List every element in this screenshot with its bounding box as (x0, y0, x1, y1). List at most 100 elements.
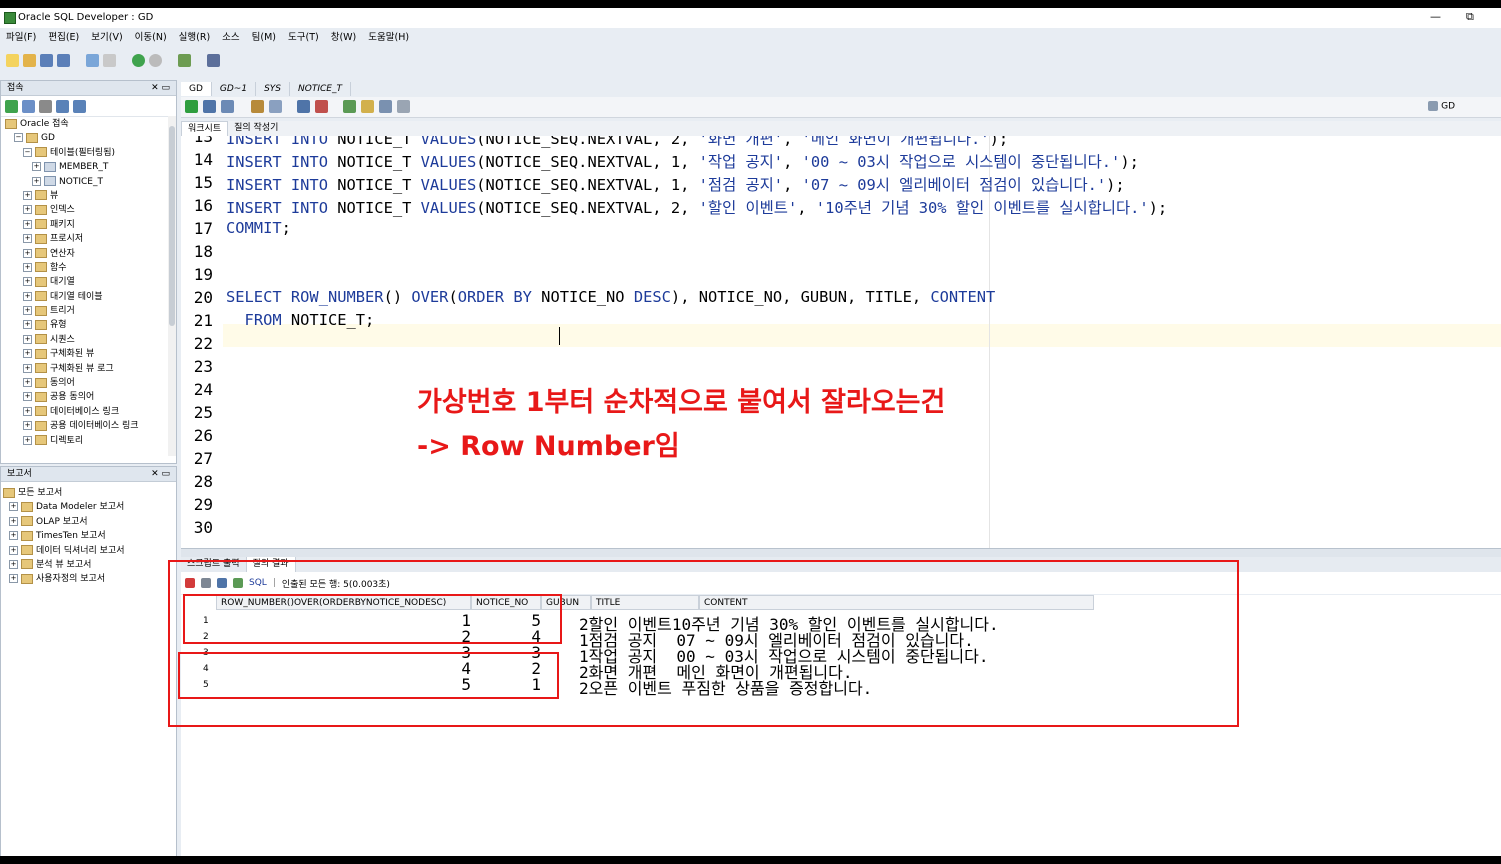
expand-toggle-icon[interactable]: + (23, 190, 32, 200)
manage-icon[interactable] (73, 99, 86, 113)
expand-toggle-icon[interactable]: + (23, 406, 32, 416)
expand-toggle-icon[interactable]: + (9, 574, 18, 584)
redo-icon[interactable] (103, 53, 116, 67)
connections-scrollbar[interactable] (168, 116, 176, 456)
panel-close-icon[interactable]: ✕ ▭ (151, 81, 170, 95)
tree-item[interactable]: + 디렉토리 (1, 434, 176, 448)
report-tree-item[interactable]: + 분석 뷰 보고서 (1, 558, 176, 572)
tree-item[interactable]: + NOTICE_T (1, 175, 176, 189)
commit-icon[interactable] (269, 100, 282, 113)
editor-tab[interactable]: GD (181, 82, 212, 96)
tree-item[interactable]: + 구체화된 뷰 (1, 347, 176, 361)
report-tree-item[interactable]: + Data Modeler 보고서 (1, 500, 176, 514)
menu-item[interactable]: 이동(N) (129, 30, 173, 46)
editor-tab[interactable]: SYS (256, 82, 291, 96)
autotrace-icon[interactable] (221, 100, 234, 113)
expand-toggle-icon[interactable]: + (32, 176, 41, 186)
tree-item[interactable]: + 인덱스 (1, 203, 176, 217)
expand-toggle-icon[interactable]: + (23, 248, 32, 258)
format-icon[interactable] (397, 100, 410, 113)
tree-item[interactable]: + 공용 동의어 (1, 390, 176, 404)
tree-item[interactable]: + 대기열 (1, 275, 176, 289)
expand-toggle-icon[interactable]: + (23, 262, 32, 272)
editor-results-splitter[interactable] (181, 548, 1501, 557)
expand-toggle-icon[interactable]: + (23, 306, 32, 316)
worksheet-subtab[interactable]: 질의 작성기 (228, 121, 284, 136)
expand-toggle-icon[interactable]: + (23, 392, 32, 402)
sql-worksheet-icon[interactable] (178, 53, 191, 67)
open-icon[interactable] (23, 53, 36, 67)
run-script-icon[interactable] (203, 100, 216, 113)
cancel-icon[interactable] (315, 100, 328, 113)
expand-toggle-icon[interactable]: + (23, 421, 32, 431)
expand-toggle-icon[interactable]: − (14, 133, 23, 143)
clear-icon[interactable] (361, 100, 374, 113)
tree-item[interactable]: + 함수 (1, 261, 176, 275)
back-icon[interactable] (132, 53, 145, 67)
tree-item[interactable]: + 시퀀스 (1, 333, 176, 347)
sql-tuning-icon[interactable] (343, 100, 356, 113)
expand-toggle-icon[interactable]: + (23, 291, 32, 301)
report-tree-item[interactable]: + 데이터 딕셔너리 보고서 (1, 544, 176, 558)
menu-item[interactable]: 보기(V) (85, 30, 128, 46)
expand-toggle-icon[interactable]: + (23, 378, 32, 388)
menu-item[interactable]: 파일(F) (0, 30, 42, 46)
new-icon[interactable] (6, 53, 19, 67)
tree-item[interactable]: + MEMBER_T (1, 160, 176, 174)
tree-item[interactable]: + 연산자 (1, 247, 176, 261)
expand-toggle-icon[interactable]: + (23, 363, 32, 373)
editor-tab[interactable]: GD~1 (212, 82, 257, 96)
expand-toggle-icon[interactable]: − (23, 147, 32, 157)
menu-item[interactable]: 실행(R) (173, 30, 217, 46)
tree-item[interactable]: Oracle 접속 (1, 117, 176, 131)
tree-item[interactable]: + 뷰 (1, 189, 176, 203)
save-all-icon[interactable] (57, 53, 70, 67)
report-tree-item[interactable]: + OLAP 보고서 (1, 515, 176, 529)
schema-browser-icon[interactable] (56, 99, 69, 113)
rollback-icon[interactable] (297, 100, 310, 113)
undo-icon[interactable] (86, 53, 99, 67)
report-tree-item[interactable]: + TimesTen 보고서 (1, 529, 176, 543)
report-tree-item[interactable]: + 사용자정의 보고서 (1, 572, 176, 586)
expand-toggle-icon[interactable]: + (9, 502, 18, 512)
restore-button[interactable]: ⧉ (1466, 10, 1474, 24)
tree-item[interactable]: + 트리거 (1, 304, 176, 318)
expand-toggle-icon[interactable]: + (23, 234, 32, 244)
report-tree-item[interactable]: 모든 보고서 (1, 486, 176, 500)
expand-toggle-icon[interactable]: + (32, 162, 41, 172)
tree-item[interactable]: + 프로시저 (1, 232, 176, 246)
expand-toggle-icon[interactable]: + (23, 349, 32, 359)
tree-item[interactable]: + 구체화된 뷰 로그 (1, 362, 176, 376)
expand-toggle-icon[interactable]: + (9, 559, 18, 569)
add-connection-icon[interactable] (5, 99, 18, 113)
tree-item[interactable]: + 대기열 테이블 (1, 290, 176, 304)
menu-item[interactable]: 소스 (216, 30, 245, 46)
filter-icon[interactable] (39, 99, 52, 113)
menu-item[interactable]: 창(W) (325, 30, 363, 46)
expand-toggle-icon[interactable]: + (9, 516, 18, 526)
menu-item[interactable]: 팀(M) (246, 30, 282, 46)
tree-item[interactable]: + 패키지 (1, 218, 176, 232)
menu-item[interactable]: 도구(T) (282, 30, 325, 46)
menu-item[interactable]: 편집(E) (42, 30, 85, 46)
expand-toggle-icon[interactable]: + (9, 531, 18, 541)
editor-tab[interactable]: NOTICE_T (290, 82, 351, 96)
tree-item[interactable]: − GD (1, 131, 176, 145)
tree-item[interactable]: + 동의어 (1, 376, 176, 390)
connection-selector[interactable]: GD (1441, 102, 1455, 112)
expand-toggle-icon[interactable]: + (23, 334, 32, 344)
forward-icon[interactable] (149, 53, 162, 67)
tree-item[interactable]: + 공용 데이터베이스 링크 (1, 419, 176, 433)
save-icon[interactable] (40, 53, 53, 67)
expand-toggle-icon[interactable]: + (9, 545, 18, 555)
refresh-icon[interactable] (22, 99, 35, 113)
tree-item[interactable]: + 유형 (1, 318, 176, 332)
panel-close-icon[interactable]: ✕ ▭ (151, 467, 170, 481)
expand-toggle-icon[interactable]: + (23, 435, 32, 445)
expand-toggle-icon[interactable]: + (23, 277, 32, 287)
expand-toggle-icon[interactable]: + (23, 320, 32, 330)
tree-item[interactable]: − 테이블(필터링됨) (1, 146, 176, 160)
explain-plan-icon[interactable] (251, 100, 264, 113)
menu-item[interactable]: 도움말(H) (362, 30, 415, 46)
tree-item[interactable]: + 데이터베이스 링크 (1, 405, 176, 419)
